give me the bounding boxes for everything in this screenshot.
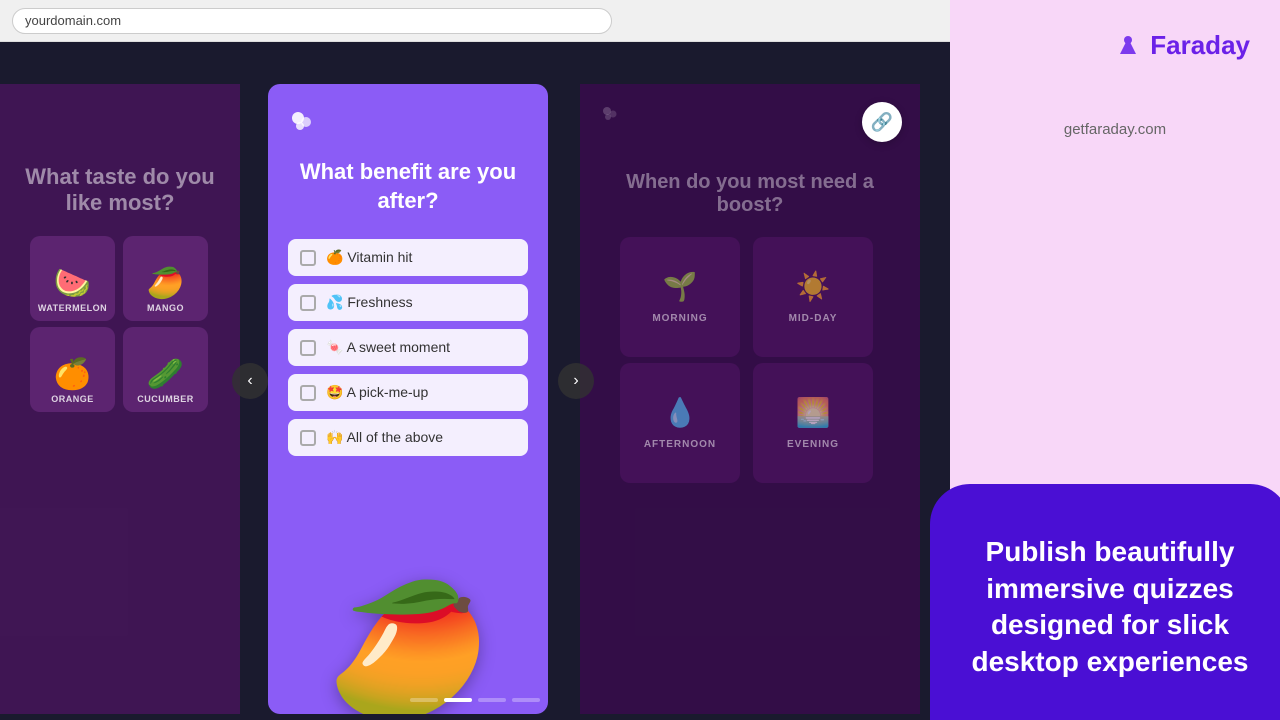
option-checkbox-freshness[interactable] bbox=[300, 295, 316, 311]
boost-cell-evening[interactable]: 🌅 EVENING bbox=[753, 363, 873, 483]
left-card-title: What taste do you like most? bbox=[20, 164, 220, 216]
fruit-label-orange: ORANGE bbox=[51, 394, 94, 404]
nav-arrow-right[interactable]: › bbox=[558, 363, 594, 399]
mango-illustration: 🥭 bbox=[327, 584, 489, 714]
tagline-text: Publish beautifully immersive quizzes de… bbox=[960, 534, 1260, 680]
afternoon-icon: 💧 bbox=[663, 396, 698, 429]
fruit-label-watermelon: WATERMELON bbox=[38, 303, 107, 313]
fruit-label-mango: MANGO bbox=[147, 303, 184, 313]
browser-bar: yourdomain.com bbox=[0, 0, 950, 42]
option-checkbox-sweet[interactable] bbox=[300, 340, 316, 356]
right-card-logo bbox=[600, 104, 620, 129]
option-label-freshness: 💦 Freshness bbox=[326, 294, 413, 311]
evening-label: EVENING bbox=[787, 439, 839, 450]
faraday-logo: Faraday bbox=[1114, 30, 1250, 61]
faraday-logo-text: Faraday bbox=[1150, 30, 1250, 61]
url-text: yourdomain.com bbox=[25, 13, 121, 28]
link-button[interactable]: 🔗 bbox=[862, 102, 902, 142]
option-label-all: 🙌 All of the above bbox=[326, 429, 443, 446]
boost-cell-afternoon[interactable]: 💧 AFTERNOON bbox=[620, 363, 740, 483]
option-checkbox-vitamin[interactable] bbox=[300, 250, 316, 266]
link-icon: 🔗 bbox=[871, 112, 893, 133]
fruit-emoji-cucumber: 🥒 bbox=[147, 357, 184, 392]
fruit-cell-watermelon: 🍉 WATERMELON bbox=[30, 236, 115, 321]
option-label-sweet: 🍬 A sweet moment bbox=[326, 339, 450, 356]
dot-4[interactable] bbox=[512, 698, 540, 702]
morning-icon: 🌱 bbox=[663, 270, 698, 303]
option-vitamin-hit[interactable]: 🍊 Vitamin hit bbox=[288, 239, 528, 276]
option-label-vitamin: 🍊 Vitamin hit bbox=[326, 249, 412, 266]
option-label-pickup: 🤩 A pick-me-up bbox=[326, 384, 428, 401]
option-pick-me-up[interactable]: 🤩 A pick-me-up bbox=[288, 374, 528, 411]
afternoon-label: AFTERNOON bbox=[644, 439, 716, 450]
option-checkbox-all[interactable] bbox=[300, 430, 316, 446]
fruit-emoji-orange: 🍊 bbox=[54, 357, 91, 392]
option-checkbox-pickup[interactable] bbox=[300, 385, 316, 401]
browser-content: What taste do you like most? 🍉 WATERMELO… bbox=[0, 42, 950, 720]
right-card: When do you most need a boost? 🌱 MORNING… bbox=[580, 84, 920, 714]
options-list: 🍊 Vitamin hit 💦 Freshness 🍬 A sweet mome… bbox=[288, 239, 528, 456]
center-card: What benefit are you after? 🍊 Vitamin hi… bbox=[268, 84, 548, 714]
fruit-label-cucumber: CUCUMBER bbox=[137, 394, 194, 404]
midday-icon: ☀️ bbox=[796, 270, 831, 303]
faraday-logo-icon bbox=[1114, 32, 1142, 60]
evening-icon: 🌅 bbox=[796, 396, 831, 429]
option-sweet-moment[interactable]: 🍬 A sweet moment bbox=[288, 329, 528, 366]
center-card-question: What benefit are you after? bbox=[288, 158, 528, 215]
url-bar[interactable]: yourdomain.com bbox=[12, 8, 612, 34]
pagination-dots bbox=[410, 698, 540, 702]
fruit-cell-orange: 🍊 ORANGE bbox=[30, 327, 115, 412]
right-card-title: When do you most need a boost? bbox=[600, 171, 900, 217]
option-all-above[interactable]: 🙌 All of the above bbox=[288, 419, 528, 456]
faraday-website: getfaraday.com bbox=[1064, 121, 1166, 138]
boost-cell-morning[interactable]: 🌱 MORNING bbox=[620, 237, 740, 357]
fruit-emoji-mango: 🥭 bbox=[147, 266, 184, 301]
boost-grid: 🌱 MORNING ☀️ MID-DAY 💧 AFTERNOON 🌅 EVENI… bbox=[620, 237, 880, 483]
nav-arrow-left[interactable]: ‹ bbox=[232, 363, 268, 399]
boost-cell-midday[interactable]: ☀️ MID-DAY bbox=[753, 237, 873, 357]
fruit-grid: 🍉 WATERMELON 🥭 MANGO 🍊 ORANGE 🥒 CUCUMBER bbox=[30, 236, 210, 412]
left-card: What taste do you like most? 🍉 WATERMELO… bbox=[0, 84, 240, 714]
fruit-cell-cucumber: 🥒 CUCUMBER bbox=[123, 327, 208, 412]
morning-label: MORNING bbox=[652, 313, 707, 324]
fruit-cell-mango: 🥭 MANGO bbox=[123, 236, 208, 321]
fruit-emoji-watermelon: 🍉 bbox=[54, 266, 91, 301]
dot-2[interactable] bbox=[444, 698, 472, 702]
dot-3[interactable] bbox=[478, 698, 506, 702]
dot-1[interactable] bbox=[410, 698, 438, 702]
midday-label: MID-DAY bbox=[789, 313, 838, 324]
center-card-logo bbox=[288, 108, 316, 142]
option-freshness[interactable]: 💦 Freshness bbox=[288, 284, 528, 321]
right-panel: Faraday getfaraday.com Publish beautiful… bbox=[950, 0, 1280, 720]
